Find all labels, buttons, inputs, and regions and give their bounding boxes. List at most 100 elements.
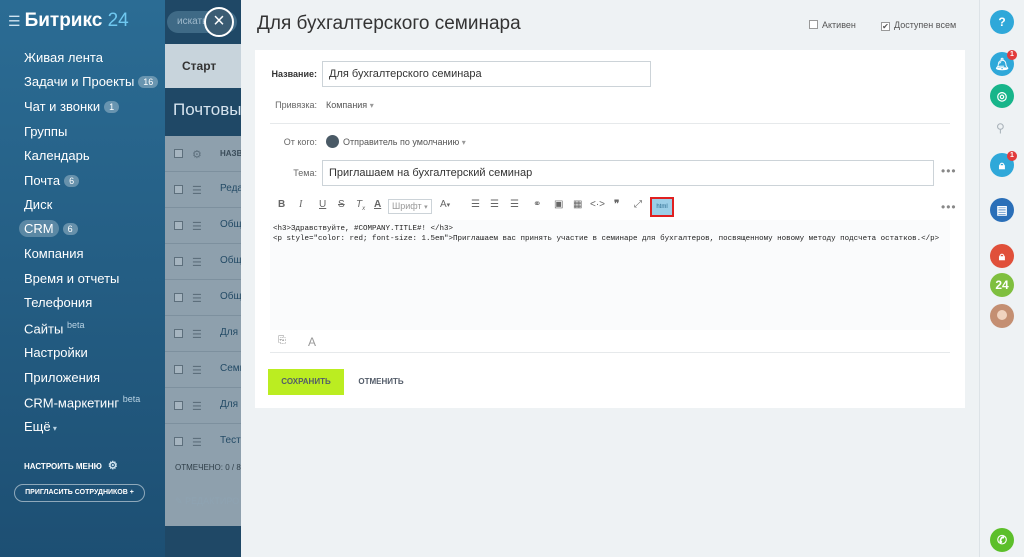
menu-lines-icon[interactable]: ☰ [192,256,202,269]
sidebar-item-tasks[interactable]: Задачи и Проекты 16 [24,74,159,89]
font-select[interactable]: Шрифт ▾ [388,199,432,214]
align-icon[interactable]: ☰ [510,199,519,210]
table-icon[interactable]: ▦ [573,199,582,210]
sidebar-item-time-reports[interactable]: Время и отчеты [24,271,119,286]
active-checkbox[interactable]: Активен [809,20,856,30]
menu-lines-icon[interactable]: ☰ [192,292,202,305]
row-checkbox[interactable] [174,329,183,338]
table-row[interactable]: ☰Семи [165,352,241,388]
menu-lines-icon[interactable]: ☰ [192,220,202,233]
code-icon[interactable]: <·> [590,199,605,210]
user-avatar-icon [326,135,339,148]
table-row[interactable]: ☰ Реда [165,172,241,208]
help-icon[interactable]: ? [990,10,1014,34]
tab-start[interactable]: Старт [165,44,241,88]
chevron-down-icon: ▾ [369,101,374,110]
quote-icon[interactable]: ❞ [614,199,619,210]
underline-icon[interactable]: U [319,199,326,210]
lock-icon[interactable]: 🔒︎ 1 [990,151,1017,177]
close-slider-button[interactable]: × [204,7,234,37]
sidebar-item-more[interactable]: Ещё ▾ [24,419,57,434]
page-title: Для бухгалтерского семинара [257,13,521,34]
bitrix24-icon[interactable]: 24 [990,273,1014,297]
sidebar-item-company[interactable]: Компания [24,246,84,261]
name-input[interactable]: Для бухгалтерского семинара [322,61,651,87]
editor-toolbar: B I U S Tx A Шрифт ▾ A▾ ☰ ☰ ☰ ⚭ ▣ ▦ <·> … [270,197,935,217]
fullscreen-icon[interactable]: ⤢ [634,199,642,210]
phone-icon[interactable]: ✆ [990,528,1014,552]
sidebar-item-disk[interactable]: Диск [24,197,52,212]
sidebar-item-crm-marketing[interactable]: CRM-маркетинг beta [24,394,140,410]
row-checkbox[interactable] [174,401,183,410]
more-dots-icon[interactable]: ••• [941,164,957,178]
close-icon: × [213,10,225,32]
sidebar-item-sites[interactable]: Сайты beta [24,320,84,336]
save-button[interactable]: СОХРАНИТЬ [268,369,344,395]
sidebar-item-calendar[interactable]: Календарь [24,148,90,163]
link-icon[interactable]: ⚭ [533,199,541,210]
table-row[interactable]: ☰Для с [165,388,241,424]
font-color-icon[interactable]: A [374,199,381,210]
open-lines-icon[interactable]: ◎ [990,84,1014,108]
user-avatar[interactable] [990,304,1014,328]
subject-input[interactable]: Приглашаем на бухгалтерский семинар [322,160,934,186]
burger-menu-icon[interactable]: ☰ [8,13,21,29]
page-title: Почтовы [173,100,241,119]
menu-lines-icon[interactable]: ☰ [192,364,202,377]
table-row[interactable]: ☰Для С [165,316,241,352]
invite-employees-button[interactable]: ПРИГЛАСИТЬ СОТРУДНИКОВ + [14,484,145,502]
sidebar-item-mail[interactable]: Почта 6 [24,173,80,188]
sender-dropdown[interactable]: Отправитель по умолчанию ▾ [326,135,466,148]
row-checkbox[interactable] [174,437,183,446]
chevron-down-icon: ▾ [50,424,57,433]
binding-dropdown[interactable]: Компания ▾ [326,100,374,110]
html-editor[interactable]: <h3>Здравствуйте, #COMPANY.TITLE#! </h3>… [270,220,950,330]
row-checkbox[interactable] [174,365,183,374]
clear-format-icon[interactable]: Tx [356,199,365,212]
sidebar-item-live-feed[interactable]: Живая лента [24,50,103,65]
ordered-list-icon[interactable]: ☰ [471,199,480,210]
attach-icon[interactable]: ⎘ [278,335,286,346]
menu-lines-icon[interactable]: ☰ [192,400,202,413]
row-checkbox[interactable] [174,185,183,194]
table-header: ⚙ НАЗВ [165,136,241,172]
more-dots-icon[interactable]: ••• [941,200,957,214]
menu-lines-icon[interactable]: ☰ [192,184,202,197]
checkbox-icon[interactable] [809,20,818,29]
binding-label: Привязка: [275,100,317,110]
menu-lines-icon[interactable]: ☰ [192,328,202,341]
image-icon[interactable]: ▣ [554,199,563,210]
italic-icon[interactable]: I [299,199,302,210]
logo[interactable]: ☰ Битрикс 24 [8,10,129,32]
row-checkbox[interactable] [174,257,183,266]
unordered-list-icon[interactable]: ☰ [490,199,499,210]
cancel-button[interactable]: ОТМЕНИТЬ [356,369,406,395]
html-mode-button[interactable]: html [650,197,674,217]
sidebar-item-apps[interactable]: Приложения [24,370,100,385]
sidebar-item-chat[interactable]: Чат и звонки 1 [24,99,120,114]
sidebar-item-telephony[interactable]: Телефония [24,295,92,310]
row-checkbox[interactable] [174,221,183,230]
setup-menu-button[interactable]: НАСТРОИТЬ МЕНЮ ⚙ [24,459,118,472]
table-row[interactable]: ☰ Общ [165,280,241,316]
font-size-icon[interactable]: A▾ [440,199,450,210]
row-checkbox[interactable] [174,293,183,302]
table-row[interactable]: ☰ Общ [165,208,241,244]
lock-orange-icon[interactable]: 🔒︎ [990,244,1014,268]
table-row[interactable]: ☰ Общ [165,244,241,280]
edit-button[interactable]: ✎ РЕДАКТИРО [175,496,239,507]
select-all-checkbox[interactable] [174,149,183,158]
sidebar-item-settings[interactable]: Настройки [24,345,88,360]
strikethrough-icon[interactable]: S [338,199,345,210]
search-icon[interactable]: ⚲ [996,121,1005,135]
sidebar-item-crm[interactable]: CRM 6 [19,220,78,237]
available-all-checkbox[interactable]: ✔ Доступен всем [881,20,956,31]
sidebar-item-groups[interactable]: Группы [24,124,67,139]
notifications-bell-icon[interactable]: 🔔︎ 1 [990,50,1017,76]
text-format-icon[interactable]: A [308,335,316,349]
gear-icon[interactable]: ⚙ [192,148,202,161]
bold-icon[interactable]: B [278,199,285,210]
checkmark-icon[interactable]: ✔ [881,22,890,31]
menu-lines-icon[interactable]: ☰ [192,436,202,449]
document-icon[interactable]: ▤ [990,198,1014,222]
